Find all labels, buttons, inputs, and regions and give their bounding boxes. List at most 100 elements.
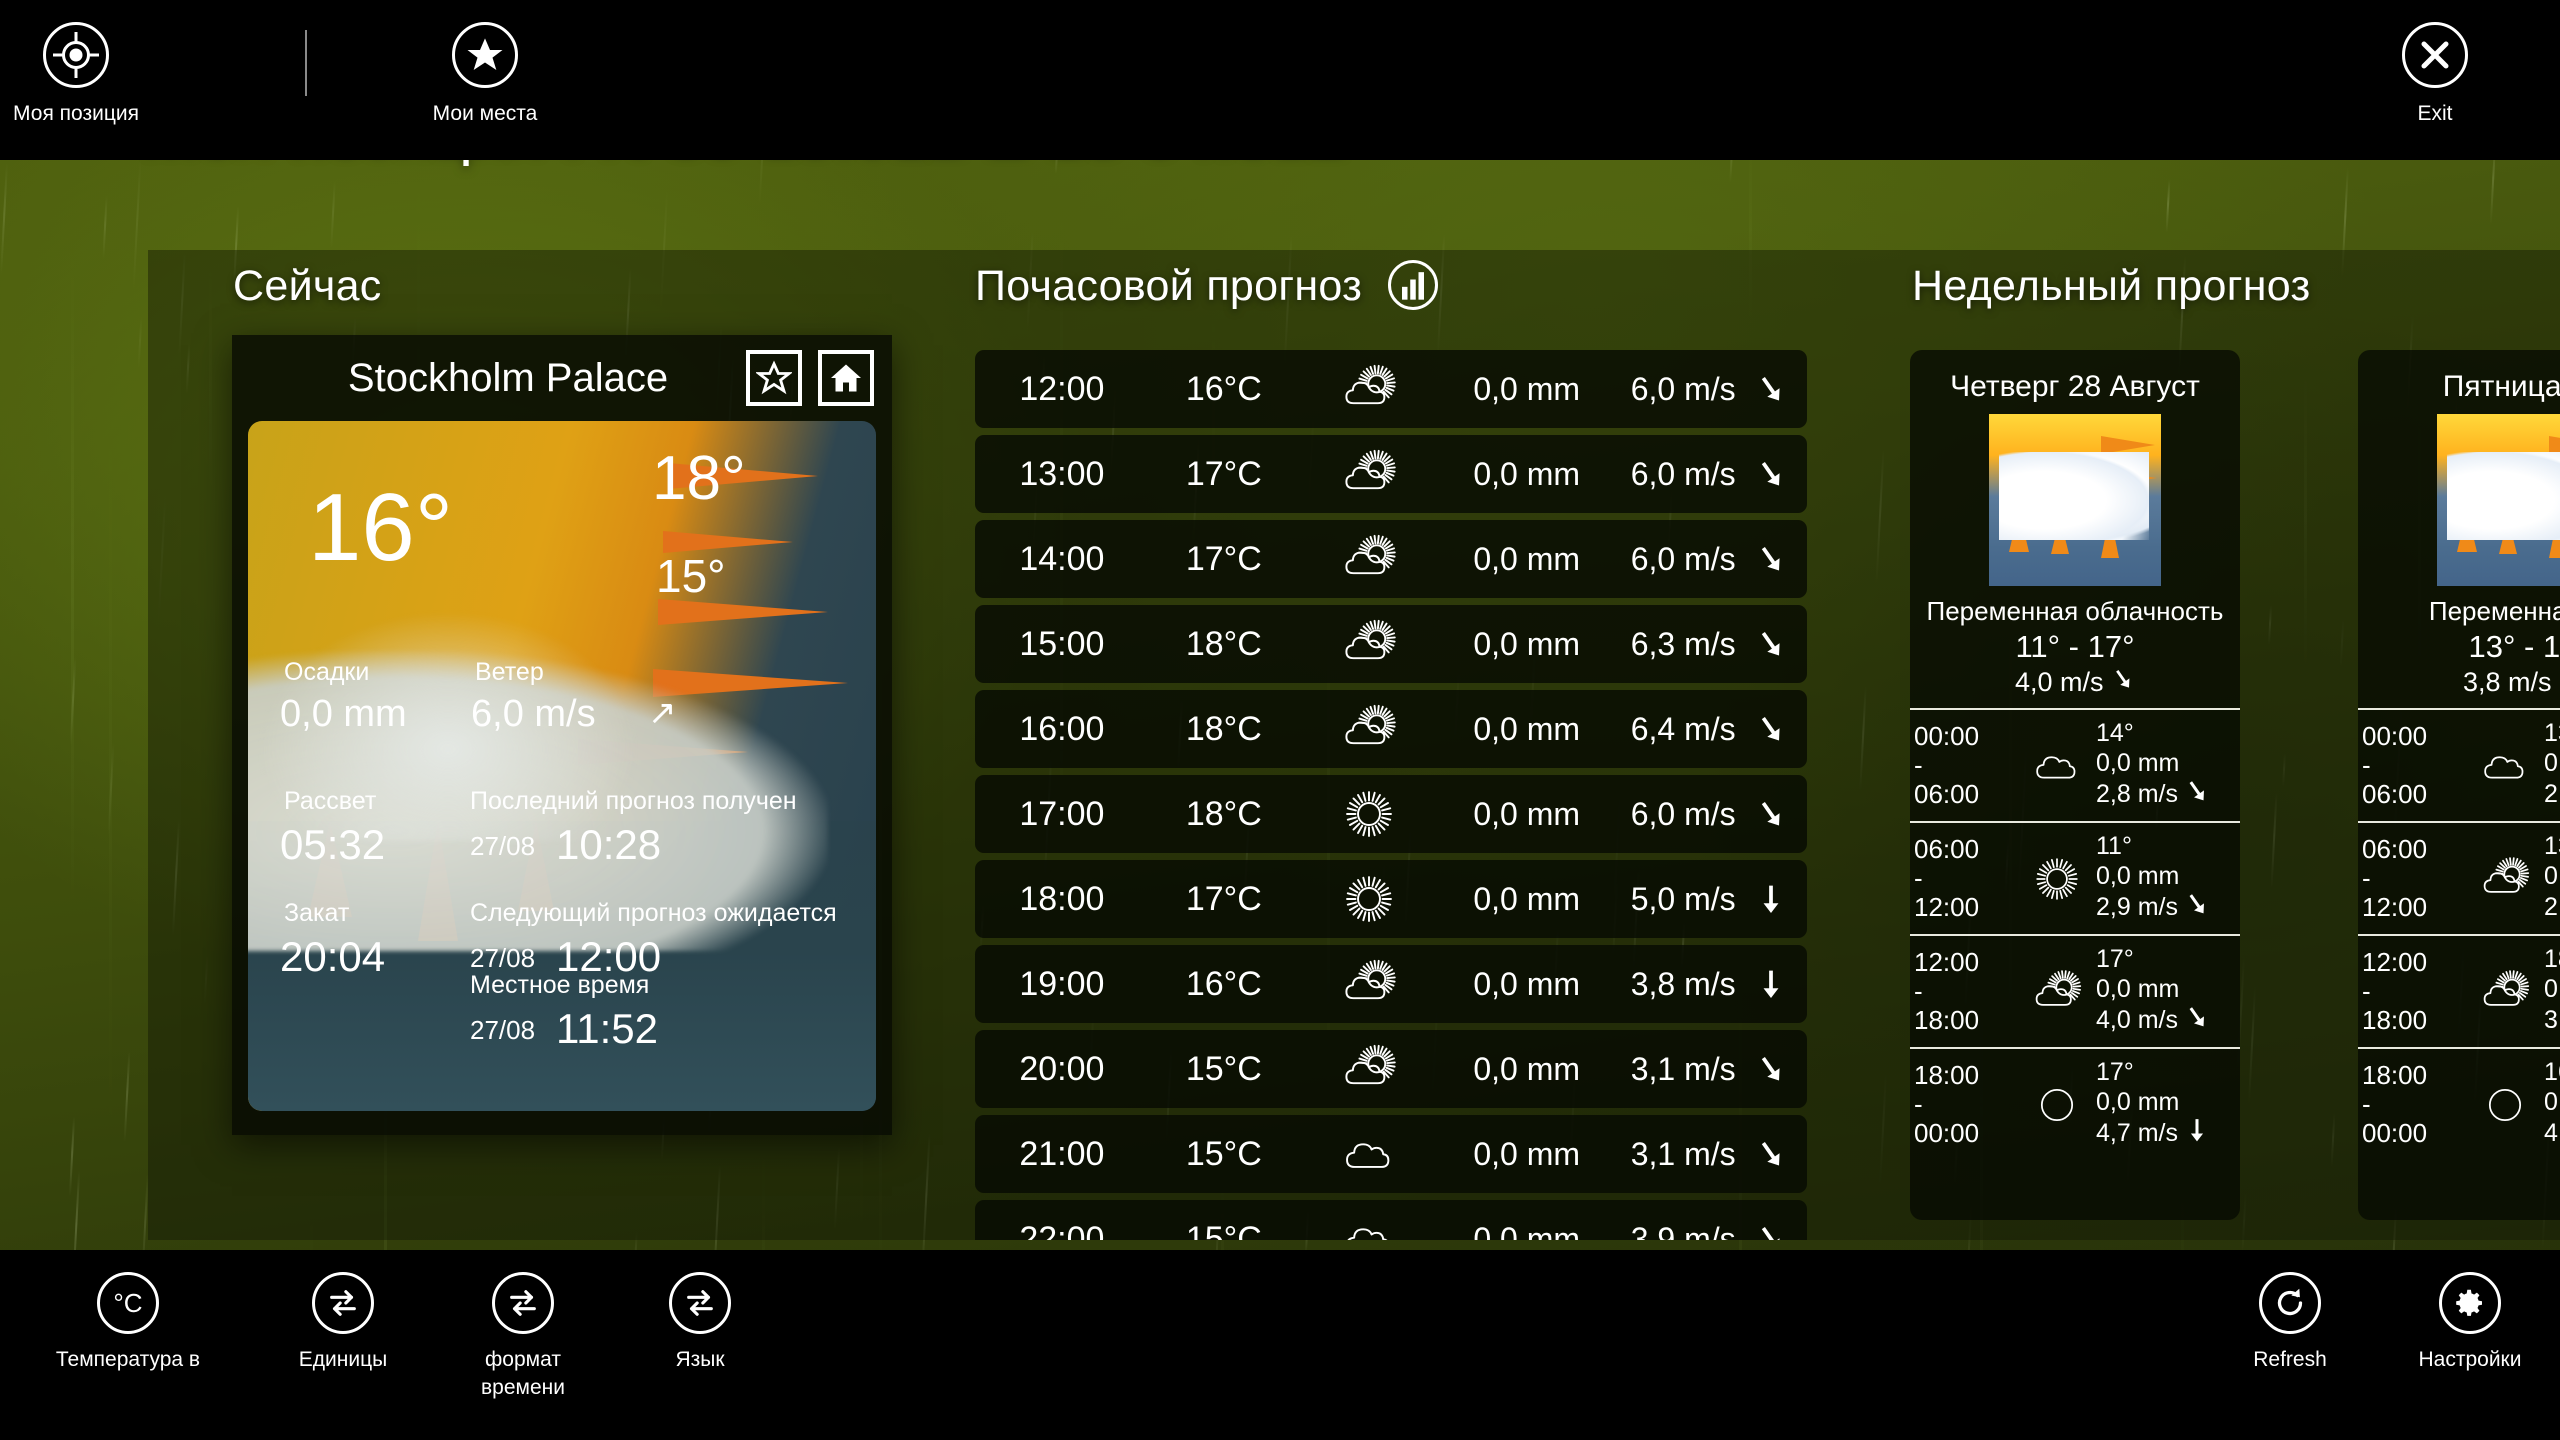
partly-sunny-icon	[1299, 698, 1440, 760]
temperature-in-button[interactable]: °C Температура в	[18, 1272, 238, 1374]
hourly-time: 12:00	[975, 370, 1149, 409]
hourly-wind-speed: 6,0 m/s	[1614, 456, 1736, 493]
partly-sunny-icon	[2466, 851, 2544, 907]
hourly-wind-speed: 6,0 m/s	[1614, 796, 1736, 833]
hourly-precipitation: 0,0 mm	[1440, 1136, 1614, 1173]
rain-streak	[132, 157, 141, 292]
cloudy-icon	[2018, 738, 2096, 794]
partly-sunny-icon	[1299, 443, 1440, 505]
forecast-time-slot[interactable]: 18:00-00:00 160,0 4,6	[2358, 1047, 2560, 1160]
bottom-app-bar: °C Температура в Единицы формат времени	[0, 1250, 2560, 1440]
slot-precipitation: 0,0	[2544, 1088, 2560, 1118]
forecast-time-slot[interactable]: 18:00-00:00 17° 0,0 mm 4,7 m/s	[1910, 1047, 2240, 1160]
wind-direction-arrow-icon	[1736, 628, 1807, 660]
wind-direction-arrow-icon	[1736, 1223, 1807, 1240]
wind-direction-arrow-icon	[1736, 883, 1807, 915]
next-forecast-date: 27/08	[470, 943, 535, 974]
slot-precipitation: 0,0	[2544, 749, 2560, 779]
hourly-precipitation: 0,0 mm	[1440, 881, 1614, 918]
hourly-row[interactable]: 15:00 18°C 0,0 mm 6,3 m/s	[975, 605, 1807, 683]
clear-night-icon	[2466, 1077, 2544, 1133]
refresh-label: Refresh	[2253, 1346, 2327, 1374]
exit-button[interactable]: Exit	[2305, 22, 2560, 127]
hourly-row[interactable]: 20:00 15°C 0,0 mm 3,1 m/s	[975, 1030, 1807, 1108]
hourly-wind-speed: 6,3 m/s	[1614, 626, 1736, 663]
hourly-row[interactable]: 14:00 17°C 0,0 mm 6,0 m/s	[975, 520, 1807, 598]
sunset-value: 20:04	[280, 933, 385, 981]
slot-precipitation: 0,0	[2544, 862, 2560, 892]
hourly-forecast-list[interactable]: 12:00 16°C 0,0 mm 6,0 m/s 13:00 17°C 0,0 mm 6,0…	[975, 350, 1807, 1240]
hourly-precipitation: 0,0 mm	[1440, 371, 1614, 408]
language-button[interactable]: Язык	[590, 1272, 810, 1374]
temperature-low: 15°	[656, 549, 726, 603]
hourly-temperature: 18°C	[1149, 710, 1299, 749]
hourly-time: 18:00	[975, 880, 1149, 919]
slot-time-dash: -	[1914, 864, 2018, 893]
slot-temperature: 17°	[2096, 945, 2236, 975]
partly-sunny-icon	[1299, 1038, 1440, 1100]
daily-day-label: Пятница 29	[2358, 362, 2560, 414]
hourly-row[interactable]: 12:00 16°C 0,0 mm 6,0 m/s	[975, 350, 1807, 428]
slot-time-range: 00:00-06:00	[2362, 722, 2466, 809]
slot-values: 160,0 4,6	[2544, 1058, 2560, 1151]
sunset-label: Закат	[284, 899, 349, 928]
slot-time-from: 12:00	[2362, 948, 2466, 977]
current-weather-card[interactable]: Stockholm Palace 16° 18° 15° Осадки 0,0 …	[232, 335, 892, 1135]
sunny-icon	[2018, 851, 2096, 907]
temperature-high: 18°	[652, 443, 746, 514]
home-icon[interactable]	[818, 350, 874, 406]
forecast-time-slot[interactable]: 06:00-12:00 130,0 2,5	[2358, 821, 2560, 934]
hourly-wind-speed: 5,0 m/s	[1614, 881, 1736, 918]
slot-temperature: 13	[2544, 832, 2560, 862]
slot-time-to: 12:00	[1914, 893, 2018, 922]
slot-time-range: 06:00-12:00	[2362, 835, 2466, 922]
last-forecast-date: 27/08	[470, 831, 535, 862]
forecast-time-slot[interactable]: 06:00-12:00 11° 0,0 mm 2,9 m/s	[1910, 821, 2240, 934]
weekly-forecast-list[interactable]: Четверг 28 Август Переменная облачность 11…	[1910, 350, 2560, 1240]
settings-button[interactable]: Настройки	[2360, 1272, 2560, 1374]
slot-time-from: 18:00	[2362, 1061, 2466, 1090]
slot-time-to: 18:00	[2362, 1006, 2466, 1035]
wind-direction-arrow-icon	[1736, 373, 1807, 405]
hourly-time: 22:00	[975, 1220, 1149, 1241]
slot-time-dash: -	[2362, 977, 2466, 1006]
hourly-temperature: 15°C	[1149, 1050, 1299, 1089]
slot-time-dash: -	[2362, 864, 2466, 893]
cloudy-icon	[1299, 1208, 1440, 1240]
wind-direction-arrow-icon: ↗	[648, 693, 677, 733]
daily-wind-speed: 4,0 m/s	[2015, 667, 2104, 697]
slot-time-from: 00:00	[1914, 722, 2018, 751]
slot-wind-speed: 4,0 m/s	[2096, 1006, 2178, 1036]
forecast-time-slot[interactable]: 12:00-18:00 17° 0,0 mm 4,0 m/s	[1910, 934, 2240, 1047]
forecast-time-slot[interactable]: 00:00-06:00 130,0 2,5	[2358, 708, 2560, 821]
my-places-button[interactable]: Мои места	[355, 22, 615, 127]
slot-time-to: 18:00	[1914, 1006, 2018, 1035]
slot-time-dash: -	[2362, 1090, 2466, 1119]
hourly-row[interactable]: 19:00 16°C 0,0 mm 3,8 m/s	[975, 945, 1807, 1023]
daily-forecast-card[interactable]: Пятница 29 Переменная об13° - 183,8 m/s 0…	[2358, 350, 2560, 1220]
hourly-row[interactable]: 13:00 17°C 0,0 mm 6,0 m/s	[975, 435, 1807, 513]
my-position-button[interactable]: Моя позиция	[0, 22, 206, 127]
settings-label: Настройки	[2419, 1346, 2522, 1374]
slot-time-range: 18:00-00:00	[2362, 1061, 2466, 1148]
wind-direction-arrow-icon	[2184, 778, 2210, 812]
star-icon	[452, 22, 518, 88]
hourly-row[interactable]: 17:00 18°C 0,0 mm 6,0 m/s	[975, 775, 1807, 853]
slot-time-to: 06:00	[2362, 780, 2466, 809]
hourly-row[interactable]: 16:00 18°C 0,0 mm 6,4 m/s	[975, 690, 1807, 768]
forecast-time-slot[interactable]: 00:00-06:00 14° 0,0 mm 2,8 m/s	[1910, 708, 2240, 821]
bar-chart-icon[interactable]	[1388, 260, 1438, 310]
forecast-time-slot[interactable]: 12:00-18:00 180,0 3,8	[2358, 934, 2560, 1047]
now-column-header: Сейчас	[233, 262, 382, 311]
hourly-row[interactable]: 22:00 15°C 0,0 mm 3,9 m/s	[975, 1200, 1807, 1240]
daily-forecast-card[interactable]: Четверг 28 Август Переменная облачность 11…	[1910, 350, 2240, 1220]
hourly-row[interactable]: 21:00 15°C 0,0 mm 3,1 m/s	[975, 1115, 1807, 1193]
daily-day-label: Четверг 28 Август	[1910, 362, 2240, 414]
slot-values: 130,0 2,5	[2544, 719, 2560, 812]
sunny-icon	[1299, 868, 1440, 930]
hourly-row[interactable]: 18:00 17°C 0,0 mm 5,0 m/s	[975, 860, 1807, 938]
star-outline-icon[interactable]	[746, 350, 802, 406]
sunrise-value: 05:32	[280, 821, 385, 869]
slot-precipitation: 0,0 mm	[2096, 975, 2236, 1005]
weekly-column-header: Недельный прогноз	[1912, 262, 2311, 311]
